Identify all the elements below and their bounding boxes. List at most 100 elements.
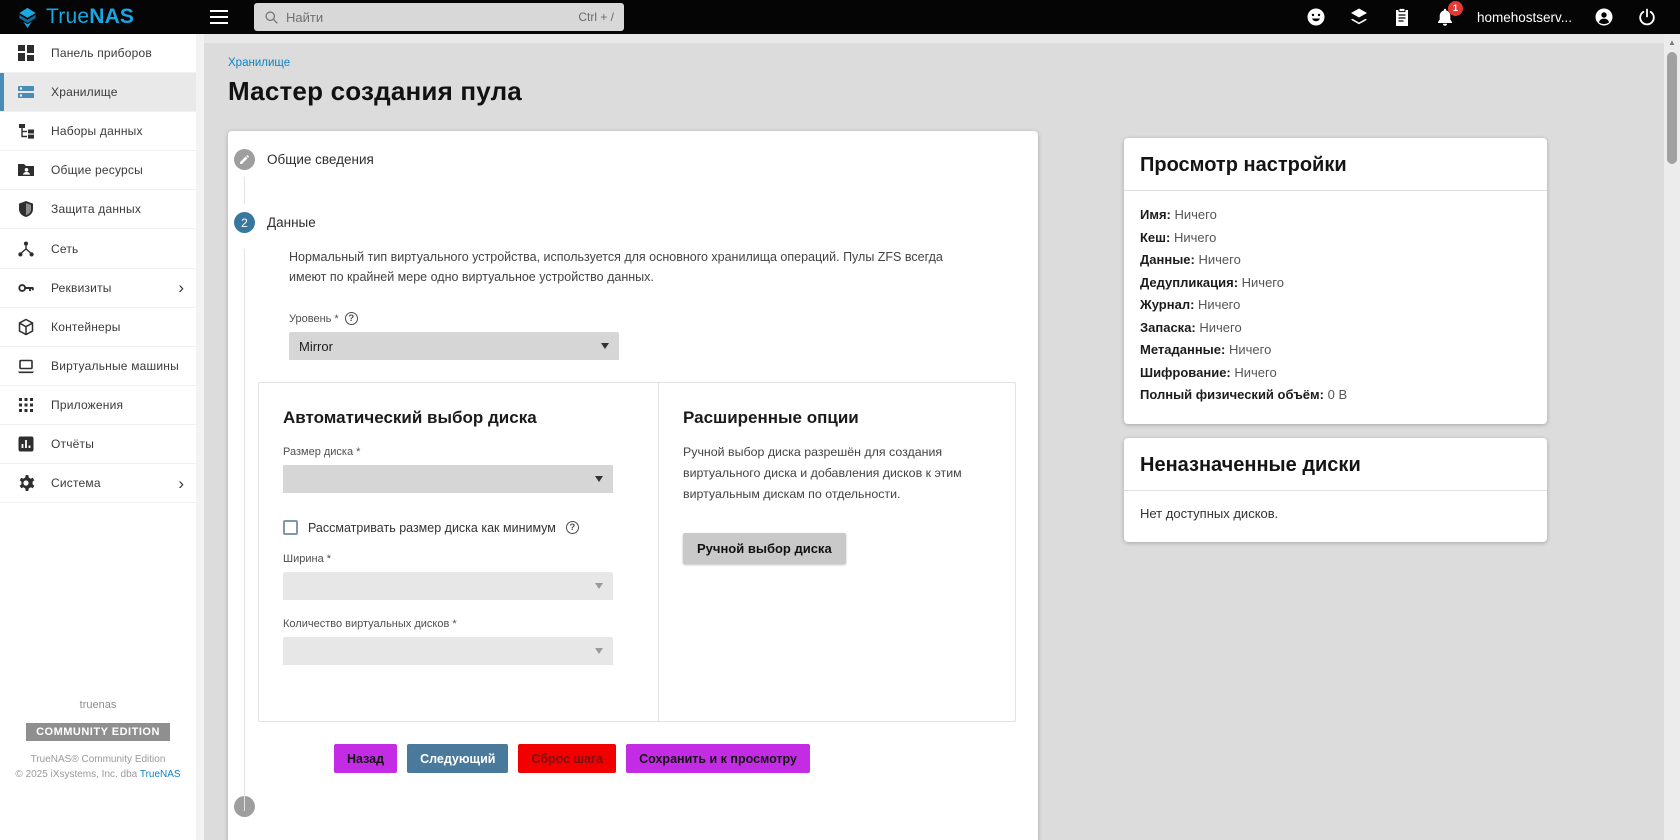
- sidebar-item-label: Система: [51, 476, 101, 491]
- edition-badge: COMMUNITY EDITION: [26, 723, 170, 741]
- chevron-right-icon: ›: [178, 278, 184, 298]
- review-row: Кеш: Ничего: [1140, 229, 1217, 245]
- scrollbar-up-arrow[interactable]: ▲: [1664, 34, 1680, 50]
- page-header: Хранилище Мастер создания пула: [196, 34, 1680, 107]
- page-scrollbar[interactable]: ▲: [1664, 34, 1680, 840]
- search-shortcut: Ctrl + /: [578, 10, 614, 24]
- dashboard-icon: [17, 44, 35, 62]
- shares-icon: [17, 161, 35, 179]
- truenas-link[interactable]: TrueNAS: [140, 769, 181, 780]
- sidebar-item-datasets[interactable]: Наборы данных: [0, 112, 196, 152]
- reset-step-button[interactable]: Сброс шага: [518, 744, 617, 773]
- review-row: Запаска: Ничего: [1140, 319, 1242, 335]
- content-top-band: [204, 34, 1664, 43]
- storage-icon: [17, 83, 35, 101]
- shield-icon: [17, 200, 35, 218]
- logo-text-bold: NAS: [89, 5, 135, 28]
- breadcrumb[interactable]: Хранилище: [228, 57, 290, 69]
- avatar-icon[interactable]: [1593, 6, 1615, 28]
- help-icon[interactable]: ?: [565, 521, 579, 534]
- key-icon: [17, 279, 35, 297]
- sidebar-footer: truenas COMMUNITY EDITION TrueNAS® Commu…: [0, 699, 196, 784]
- clipboard-icon[interactable]: [1391, 6, 1413, 28]
- ix-systems-icon[interactable]: [1348, 6, 1370, 28]
- sidebar-item-network[interactable]: Сеть: [0, 229, 196, 269]
- review-row: Шифрование: Ничего: [1140, 364, 1277, 380]
- data-vdev-description: Нормальный тип виртуального устройства, …: [289, 250, 943, 284]
- sidebar-item-label: Сеть: [51, 241, 79, 256]
- sidebar-item-apps[interactable]: Приложения: [0, 386, 196, 425]
- search-input[interactable]: [286, 9, 572, 25]
- sidebar-item-label: Отчёты: [51, 436, 95, 451]
- right-panel: Просмотр настройки Имя: Ничего Кеш: Ничег…: [1124, 138, 1547, 542]
- menu-toggle-icon[interactable]: [210, 7, 236, 27]
- back-button[interactable]: Назад: [334, 744, 398, 773]
- sidebar-item-label: Защита данных: [51, 202, 142, 217]
- manual-selection-description: Ручной выбор диска разрешён для создания…: [683, 445, 962, 501]
- sidebar-item-system[interactable]: Система ›: [0, 464, 196, 504]
- sidebar-item-data-protection[interactable]: Защита данных: [0, 190, 196, 230]
- disk-size-select[interactable]: [283, 465, 613, 493]
- vdev-count-label: Количество виртуальных дисков *: [283, 618, 457, 630]
- chevron-right-icon: ›: [178, 473, 184, 493]
- step3-row[interactable]: [234, 796, 1038, 817]
- username[interactable]: homehostserv...: [1477, 10, 1572, 25]
- step2-label: Данные: [267, 215, 316, 230]
- disk-selection-panel: Автоматический выбор диска Размер диска …: [258, 382, 1016, 722]
- auto-selection-title: Автоматический выбор диска: [283, 408, 537, 427]
- review-settings-list: Имя: Ничего Кеш: Ничего Данные: Ничего Деду…: [1124, 191, 1547, 424]
- chevron-down-icon: [595, 476, 603, 482]
- sidebar-item-shares[interactable]: Общие ресурсы: [0, 151, 196, 191]
- advanced-options: Расширенные опции Ручной выбор диска раз…: [659, 383, 1015, 721]
- manual-disk-selection-button[interactable]: Ручной выбор диска: [683, 533, 846, 564]
- help-icon[interactable]: ?: [344, 312, 358, 325]
- sidebar-item-reports[interactable]: Отчёты: [0, 425, 196, 465]
- footer-edition-line: TrueNAS® Community Edition: [30, 754, 166, 765]
- layout-select-value: Mirror: [299, 338, 333, 354]
- sidebar-item-label: Хранилище: [51, 85, 118, 100]
- logo-text-light: True: [46, 5, 90, 28]
- sidebar-item-label: Наборы данных: [51, 124, 143, 139]
- pool-wizard-card: Общие сведения 2 Данные Нормальный тип в…: [228, 131, 1038, 840]
- sidebar-item-label: Общие ресурсы: [51, 163, 143, 178]
- review-row: Дедупликация: Ничего: [1140, 274, 1284, 290]
- chevron-down-icon: [595, 648, 603, 654]
- save-and-review-button[interactable]: Сохранить и к просмотру: [626, 744, 810, 773]
- truenas-logo[interactable]: TrueNAS: [0, 5, 196, 29]
- sidebar: Панель приборов Хранилище Наборы данных Общ…: [0, 34, 196, 840]
- scrollbar-thumb[interactable]: [1667, 52, 1677, 164]
- footer-copyright: © 2025 iXsystems, Inc. dba TrueNAS: [15, 769, 181, 780]
- automated-disk-selection: Автоматический выбор диска Размер диска …: [259, 383, 659, 721]
- step-general-info[interactable]: Общие сведения: [228, 133, 1038, 170]
- bell-icon[interactable]: 1: [1434, 1, 1463, 28]
- vdev-count-select[interactable]: [283, 637, 613, 665]
- sidebar-item-dashboard[interactable]: Панель приборов: [0, 34, 196, 74]
- treat-size-as-minimum-checkbox[interactable]: [283, 520, 298, 535]
- stepper-connector: [244, 177, 245, 204]
- cube-icon: [17, 318, 35, 336]
- advanced-options-title: Расширенные опции: [683, 408, 859, 427]
- power-icon[interactable]: [1636, 6, 1658, 28]
- sidebar-item-storage[interactable]: Хранилище: [0, 73, 196, 113]
- step1-circle: [234, 149, 255, 170]
- step-data[interactable]: 2 Данные: [228, 204, 1038, 233]
- smiley-icon[interactable]: [1305, 6, 1327, 28]
- layout-field-label: Уровень * ?: [289, 312, 1038, 325]
- layout-select[interactable]: Mirror: [289, 332, 619, 360]
- sidebar-item-credentials[interactable]: Реквизиты ›: [0, 269, 196, 308]
- sidebar-item-label: Панель приборов: [51, 46, 152, 61]
- step2-circle: 2: [234, 212, 255, 233]
- search-icon: [265, 10, 278, 24]
- reports-icon: [17, 435, 35, 453]
- laptop-icon: [17, 357, 35, 375]
- review-row: Полный физический объём: 0 B: [1140, 387, 1348, 402]
- sidebar-item-virtual-machines[interactable]: Виртуальные машины: [0, 347, 196, 386]
- unassigned-disks-title: Неназначенные диски: [1140, 453, 1361, 476]
- wizard-actions: Назад Следующий Сброс шага Сохранить и к…: [334, 744, 1038, 773]
- topbar: TrueNAS Ctrl + / 1 homehostserv...: [0, 0, 1680, 34]
- sidebar-item-label: Приложения: [51, 397, 124, 412]
- chevron-down-icon: [595, 583, 603, 589]
- next-button[interactable]: Следующий: [407, 744, 509, 773]
- width-select[interactable]: [283, 572, 613, 600]
- sidebar-item-containers[interactable]: Контейнеры: [0, 308, 196, 347]
